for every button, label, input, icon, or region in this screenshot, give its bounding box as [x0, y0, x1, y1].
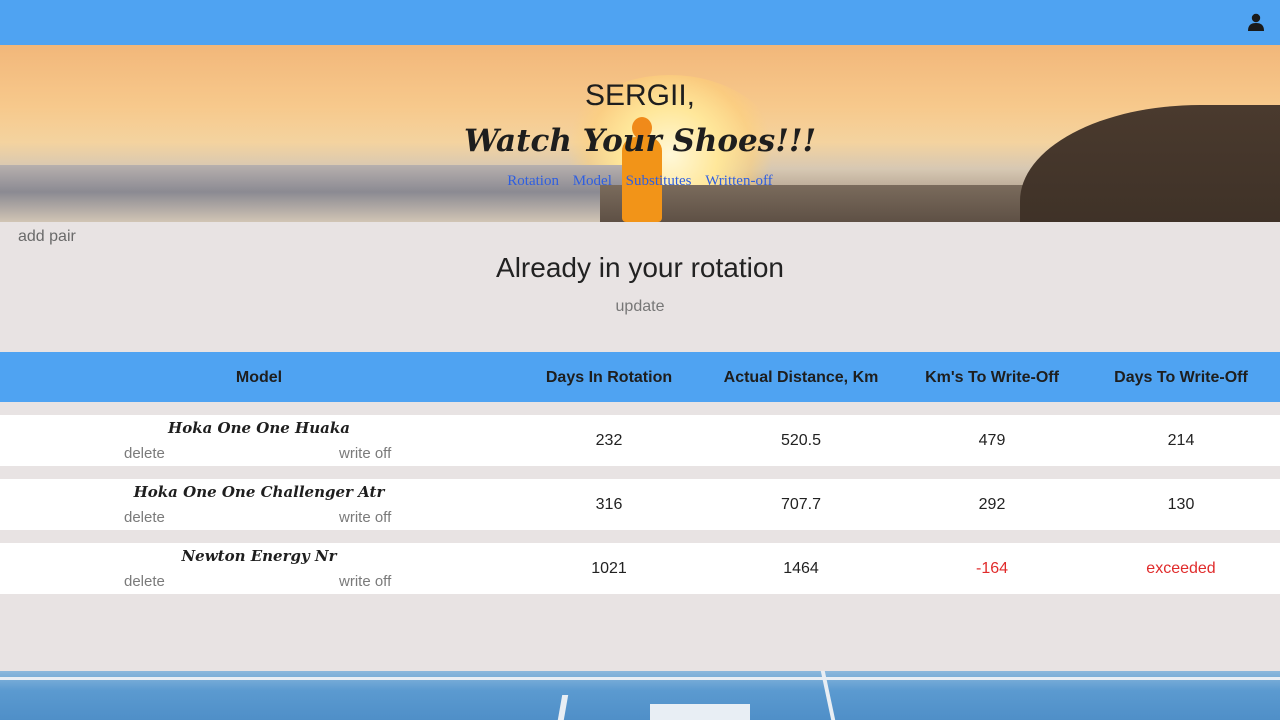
user-greeting: SERGII, — [584, 79, 696, 112]
table-row: Newton Energy Nr delete write off 1021 1… — [0, 543, 1280, 594]
update-link[interactable]: update — [0, 298, 1280, 316]
actual-distance: 520.5 — [780, 432, 822, 449]
km-to-write-off: 479 — [978, 432, 1006, 449]
delete-button[interactable]: delete — [124, 573, 165, 590]
table-row: Hoka One One Huaka delete write off 232 … — [0, 415, 1280, 466]
nav-written-off[interactable]: Written-off — [705, 173, 772, 189]
actual-distance: 707.7 — [780, 496, 822, 513]
days-to-write-off: 130 — [1167, 496, 1195, 513]
km-to-write-off: -164 — [975, 560, 1009, 577]
write-off-button[interactable]: write off — [339, 573, 391, 590]
hero-banner: SERGII, Watch Your Shoes!!! Rotation Mod… — [0, 45, 1280, 222]
section-title: Already in your rotation — [496, 252, 784, 283]
nav-rotation[interactable]: Rotation — [507, 173, 559, 189]
table-header: Model Days In Rotation Actual Distance, … — [0, 352, 1280, 402]
nav-substitutes[interactable]: Substitutes — [626, 173, 692, 189]
shoe-model: Newton Energy Nr — [181, 547, 337, 565]
user-icon[interactable] — [1248, 13, 1264, 31]
hero-nav: Rotation Model Substitutes Written-off — [0, 173, 1280, 190]
days-to-write-off: 214 — [1167, 432, 1195, 449]
header-model: Model — [235, 369, 283, 386]
write-off-button[interactable]: write off — [339, 445, 391, 462]
header-days-to-write-off: Days To Write-Off — [1114, 369, 1248, 386]
header-actual-distance: Actual Distance, Km — [723, 369, 879, 386]
running-track-image — [0, 671, 1280, 720]
shoe-model: Hoka One One Challenger Atr — [133, 483, 385, 501]
nav-model[interactable]: Model — [573, 173, 612, 189]
actual-distance: 1464 — [783, 560, 819, 577]
header-days-in-rotation: Days In Rotation — [545, 369, 673, 386]
add-pair-link[interactable]: add pair — [18, 228, 76, 246]
write-off-button[interactable]: write off — [339, 509, 391, 526]
table-row: Hoka One One Challenger Atr delete write… — [0, 479, 1280, 530]
delete-button[interactable]: delete — [124, 445, 165, 462]
km-to-write-off: 292 — [978, 496, 1006, 513]
days-in-rotation: 1021 — [591, 560, 627, 577]
top-bar — [0, 0, 1280, 45]
shoe-model: Hoka One One Huaka — [168, 419, 350, 437]
days-in-rotation: 232 — [595, 432, 623, 449]
app-tagline: Watch Your Shoes!!! — [463, 123, 817, 159]
days-in-rotation: 316 — [595, 496, 623, 513]
days-to-write-off: exceeded — [1146, 560, 1216, 577]
header-km-to-write-off: Km's To Write-Off — [925, 369, 1059, 386]
delete-button[interactable]: delete — [124, 509, 165, 526]
